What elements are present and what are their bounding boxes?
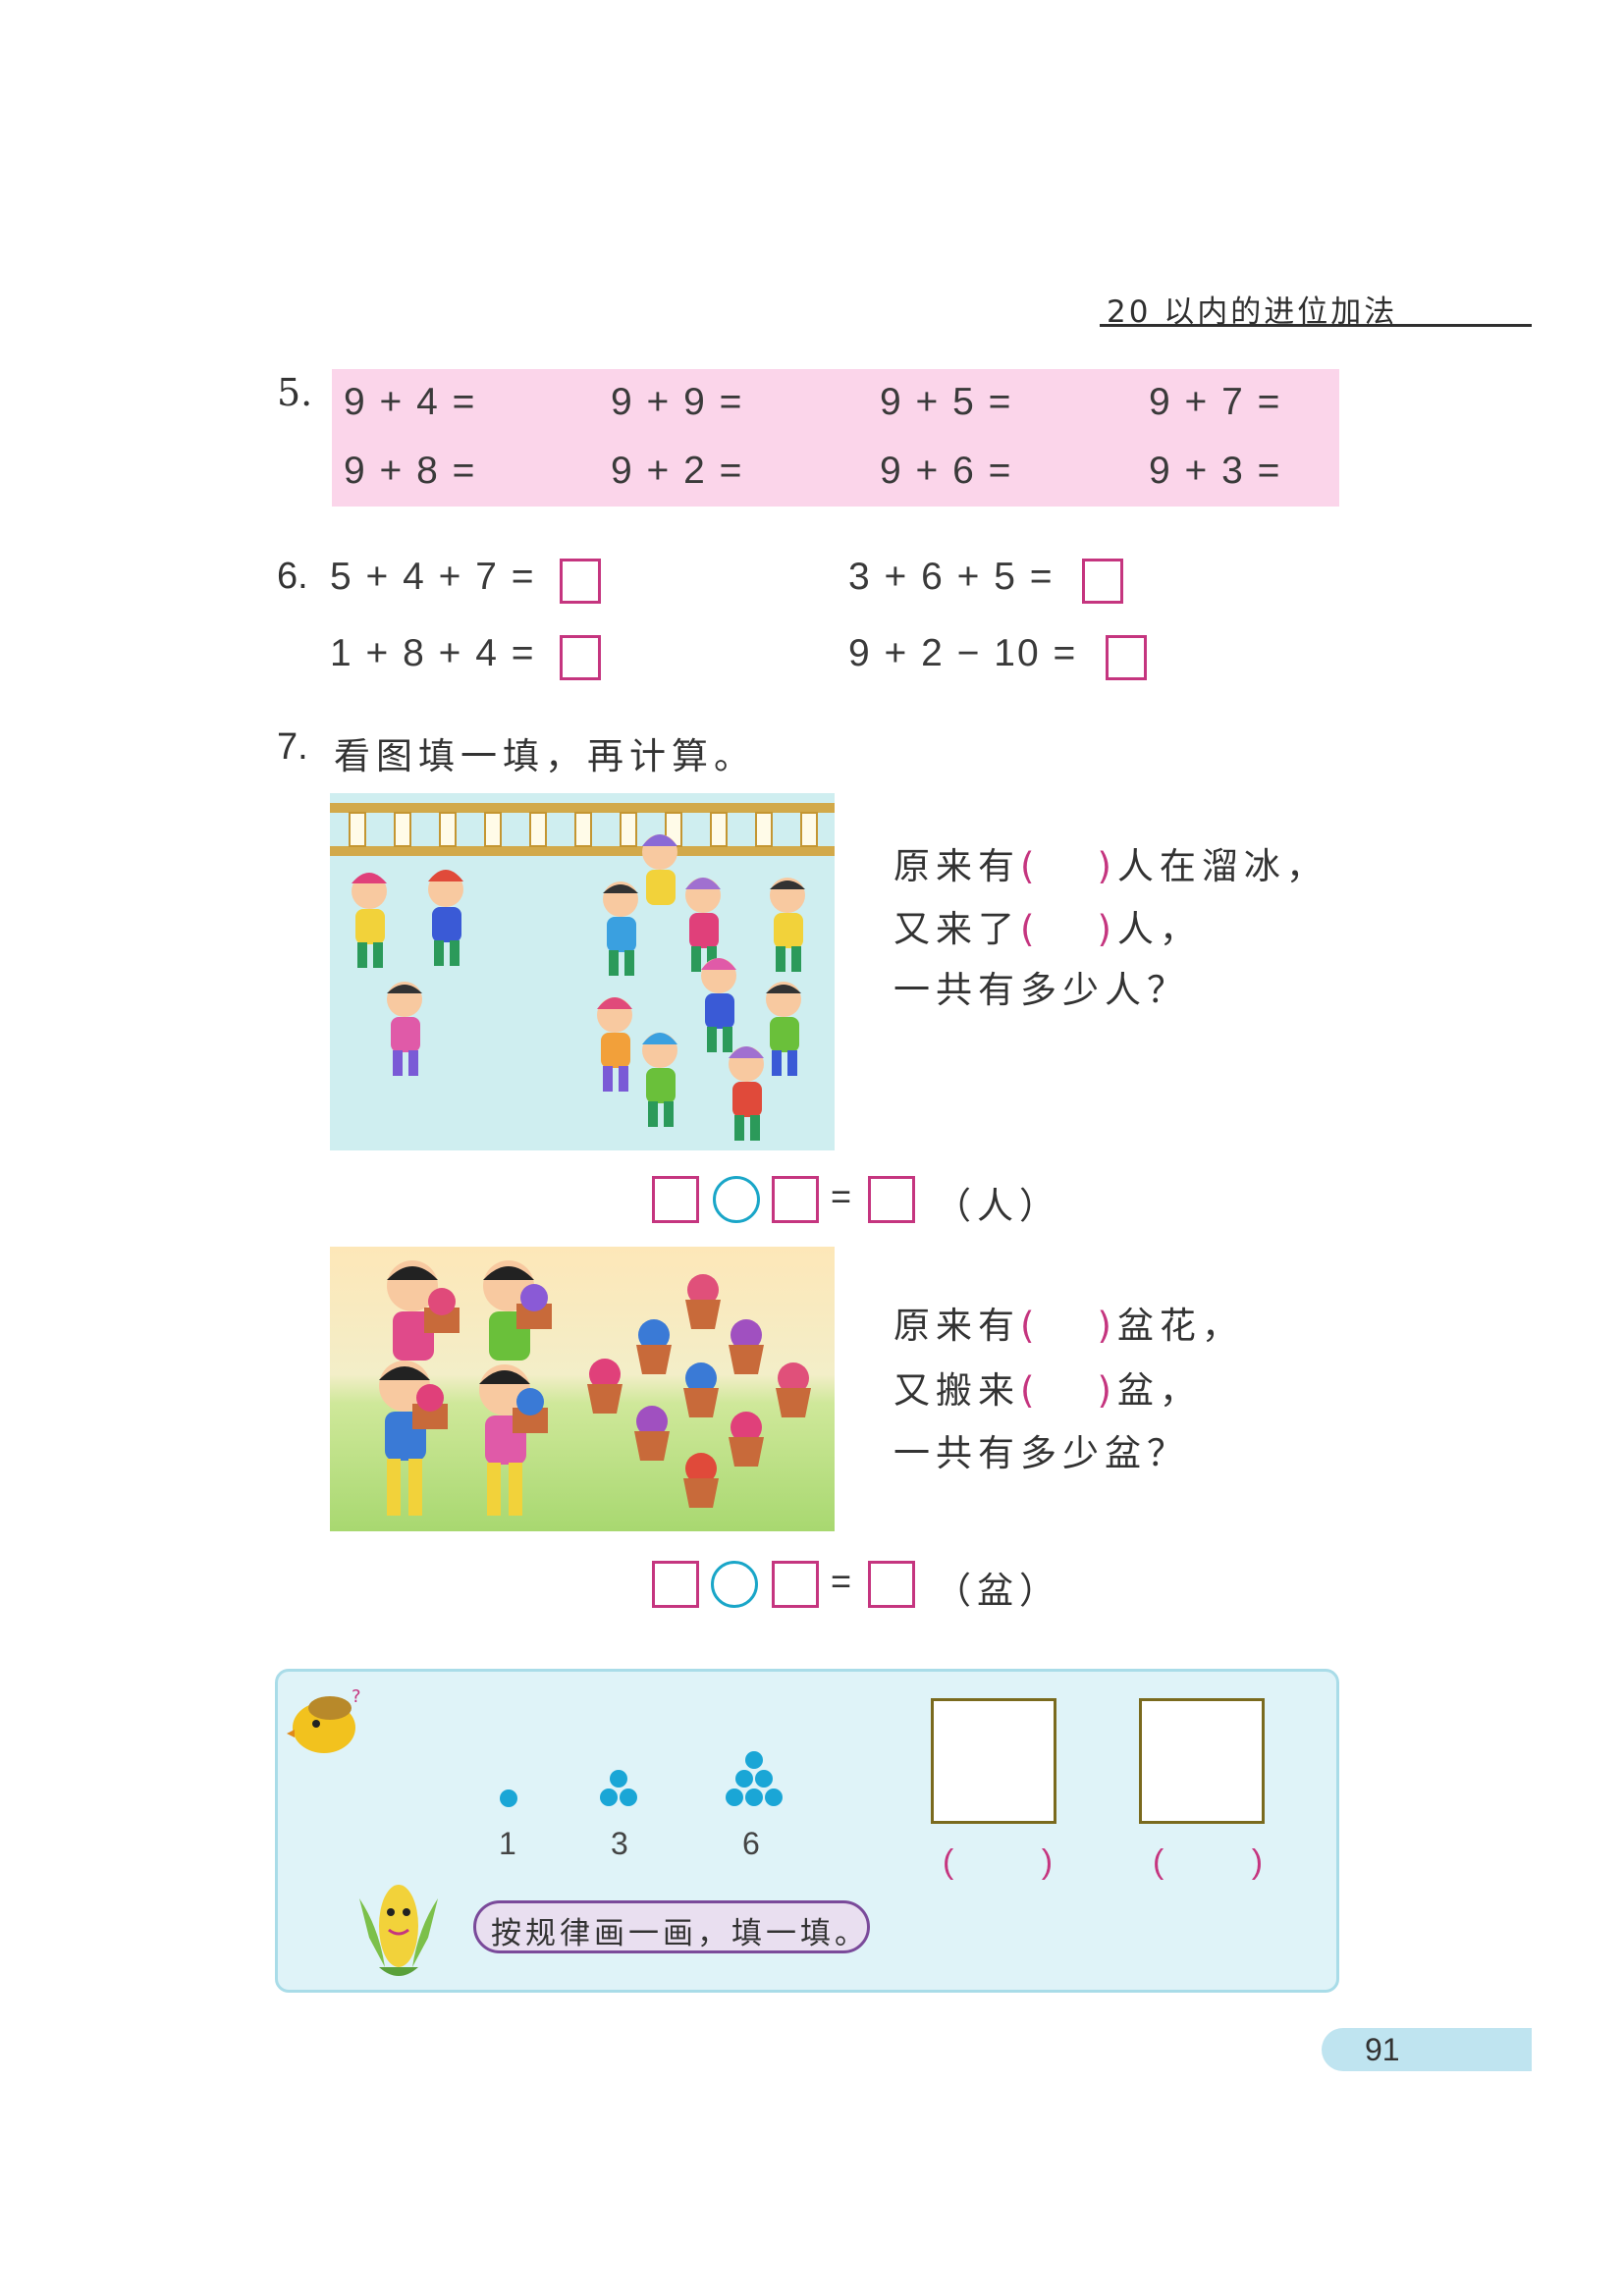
svg-text:?: ? bbox=[352, 1686, 361, 1707]
pattern-label-3: 3 bbox=[611, 1826, 628, 1861]
scene2-box-2[interactable] bbox=[772, 1561, 819, 1608]
p5-eq-8: 9 + 3 = bbox=[1149, 450, 1282, 492]
flowerpot-illustration bbox=[330, 1247, 835, 1531]
p6-answer-box-4[interactable] bbox=[1106, 635, 1147, 680]
scene2-paren-open-2: ( bbox=[1020, 1369, 1041, 1412]
speech-bubble-text: 按规律画一画，填一填。 bbox=[491, 1916, 869, 1951]
scene2-paren-close-1: ) bbox=[1097, 1305, 1117, 1347]
scene2-box-result[interactable] bbox=[868, 1561, 915, 1608]
scene1-box-1[interactable] bbox=[652, 1176, 699, 1223]
page-number: 91 bbox=[1365, 2032, 1400, 2067]
scene2-line2-start: 又搬来 bbox=[893, 1369, 1020, 1412]
problem-5-number: 5. bbox=[277, 371, 313, 414]
header-rule bbox=[1100, 324, 1532, 327]
p6-answer-box-3[interactable] bbox=[560, 635, 601, 680]
p6-eq-1: 5 + 4 + 7 = bbox=[330, 556, 536, 598]
scene2-box-1[interactable] bbox=[652, 1561, 699, 1608]
scene1-box-result[interactable] bbox=[868, 1176, 915, 1223]
p6-answer-box-1[interactable] bbox=[560, 559, 601, 604]
scene1-line1-end: 人在溜冰， bbox=[1116, 845, 1328, 887]
pattern-dots-3 bbox=[600, 1770, 637, 1806]
scene1-line1: 原来有()人在溜冰， bbox=[893, 836, 1328, 889]
scene2-equals: = bbox=[831, 1561, 852, 1601]
pattern-dots-6 bbox=[726, 1751, 783, 1806]
scene2-line2-end: 盆， bbox=[1116, 1369, 1202, 1412]
scene2-unit: （盆） bbox=[935, 1570, 1061, 1612]
p6-answer-box-2[interactable] bbox=[1082, 559, 1123, 604]
scene1-question: 一共有多少人？ bbox=[893, 969, 1189, 1011]
corn-mascot-icon bbox=[359, 1885, 438, 1976]
scene1-line2: 又来了()人， bbox=[893, 899, 1202, 952]
pattern-label-1: 1 bbox=[499, 1826, 516, 1861]
scene2-line2: 又搬来()盆， bbox=[893, 1361, 1202, 1414]
problem-7-instruction: 看图填一填，再计算。 bbox=[334, 735, 756, 777]
scene2-line1-start: 原来有 bbox=[893, 1305, 1020, 1347]
p5-eq-7: 9 + 6 = bbox=[880, 450, 1013, 492]
p6-eq-3: 1 + 8 + 4 = bbox=[330, 632, 536, 674]
p5-eq-6: 9 + 2 = bbox=[611, 450, 744, 492]
scene1-unit: （人） bbox=[935, 1185, 1061, 1227]
pattern-answer-1[interactable]: ( ) bbox=[943, 1843, 1092, 1882]
scene1-box-2[interactable] bbox=[772, 1176, 819, 1223]
pattern-draw-box-1[interactable] bbox=[931, 1698, 1056, 1824]
scene1-line1-start: 原来有 bbox=[893, 845, 1020, 887]
scene1-paren-open-2: ( bbox=[1020, 908, 1041, 950]
scene1-line2-start: 又来了 bbox=[893, 908, 1020, 950]
problem-6-number: 6. bbox=[277, 556, 308, 597]
page-number-tab bbox=[1322, 2028, 1532, 2071]
scene1-line2-end: 人， bbox=[1116, 908, 1202, 950]
scene1-paren-close-1: ) bbox=[1097, 845, 1117, 887]
pattern-draw-box-2[interactable] bbox=[1139, 1698, 1265, 1824]
p5-eq-5: 9 + 8 = bbox=[344, 450, 477, 492]
scene2-line1: 原来有()盆花， bbox=[893, 1296, 1244, 1349]
scene2-line1-end: 盆花， bbox=[1116, 1305, 1244, 1347]
scene1-paren-open-1: ( bbox=[1020, 845, 1041, 887]
scene2-paren-open-1: ( bbox=[1020, 1305, 1041, 1347]
scene1-paren-close-2: ) bbox=[1097, 908, 1117, 950]
scene1-operator-circle[interactable] bbox=[713, 1176, 760, 1223]
problem-7-number: 7. bbox=[277, 726, 308, 768]
pattern-dots-1 bbox=[500, 1789, 517, 1807]
chick-mascot-icon: ? bbox=[287, 1686, 361, 1753]
p5-eq-3: 9 + 5 = bbox=[880, 381, 1013, 423]
skating-illustration bbox=[330, 793, 835, 1150]
p6-eq-2: 3 + 6 + 5 = bbox=[848, 556, 1055, 598]
scene2-operator-circle[interactable] bbox=[711, 1561, 758, 1608]
p6-eq-4: 9 + 2 − 10 = bbox=[848, 632, 1078, 674]
p5-eq-1: 9 + 4 = bbox=[344, 381, 477, 423]
scene2-question: 一共有多少盆？ bbox=[893, 1432, 1189, 1474]
scene1-equals: = bbox=[831, 1176, 852, 1216]
p5-eq-2: 9 + 9 = bbox=[611, 381, 744, 423]
pattern-answer-2[interactable]: ( ) bbox=[1153, 1843, 1302, 1882]
scene2-paren-close-2: ) bbox=[1097, 1369, 1117, 1412]
pattern-label-6: 6 bbox=[742, 1826, 760, 1861]
p5-eq-4: 9 + 7 = bbox=[1149, 381, 1282, 423]
